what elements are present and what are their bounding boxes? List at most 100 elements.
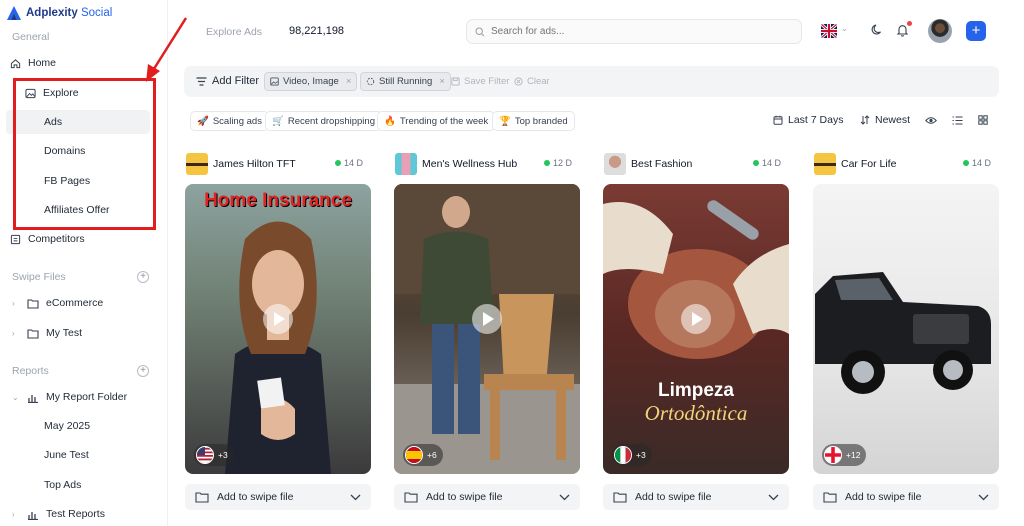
chevron-down-icon[interactable] (559, 494, 570, 501)
top-header: Explore Ads 98,221,198 ⌄ + (168, 0, 1024, 62)
ad-card[interactable]: James Hilton TFT 14 D Home Insurance +3 … (185, 150, 371, 522)
play-icon[interactable] (681, 304, 711, 334)
advertiser-avatar[interactable] (814, 153, 836, 175)
grid-view-icon[interactable] (978, 115, 988, 125)
ad-media-preview[interactable]: Home Insurance +3 (185, 184, 371, 474)
es-flag-icon (405, 446, 423, 464)
clear-filters-button[interactable]: Clear (514, 76, 550, 87)
add-to-swipe-file-button[interactable]: Add to swipe file (185, 484, 371, 510)
chevron-right-icon[interactable]: › (12, 299, 20, 308)
search-icon (475, 26, 485, 36)
chevron-down-icon[interactable]: ⌄ (841, 24, 848, 33)
rocket-icon: 🚀 (197, 115, 209, 127)
folder-icon (27, 328, 39, 339)
advertiser-avatar[interactable] (186, 153, 208, 175)
ad-card[interactable]: Car For Life 14 D +12 Add to swipe file (813, 150, 999, 522)
sidebar-item-label: My Test (46, 327, 82, 339)
image-icon (270, 77, 279, 86)
sidebar-item-report-folder[interactable]: ⌄ My Report Folder (12, 391, 127, 403)
ad-overlay-text: Home Insurance (204, 190, 352, 211)
tag-trending[interactable]: 🔥 Trending of the week (377, 111, 496, 131)
eye-icon[interactable] (925, 116, 937, 125)
chevron-down-icon[interactable] (768, 494, 779, 501)
chevron-right-icon[interactable]: › (12, 329, 20, 338)
running-days-badge: 14 D (752, 158, 781, 168)
advertiser-avatar[interactable] (395, 153, 417, 175)
sidebar-item-my-test[interactable]: › My Test (12, 327, 82, 339)
geo-badge[interactable]: +6 (403, 444, 443, 466)
sidebar-item-home[interactable]: Home (10, 57, 56, 69)
ad-card[interactable]: Best Fashion 14 D Limpeza Ortodôntica +3… (603, 150, 789, 522)
section-label-reports: Reports (12, 365, 49, 377)
calendar-icon (773, 115, 783, 125)
play-icon[interactable] (472, 304, 502, 334)
remove-chip-icon[interactable]: × (439, 76, 445, 87)
bar-chart-icon (28, 394, 38, 403)
sidebar-item-top-ads[interactable]: Top Ads (44, 479, 81, 491)
sidebar-item-competitors[interactable]: Competitors (10, 233, 85, 245)
add-to-swipe-file-button[interactable]: Add to swipe file (394, 484, 580, 510)
geo-badge[interactable]: +3 (612, 444, 652, 466)
list-view-icon[interactable] (952, 116, 963, 125)
folder-icon (613, 492, 627, 503)
active-status-dot (752, 160, 759, 166)
geo-badge[interactable]: +3 (194, 444, 234, 466)
chevron-down-icon[interactable]: ⌄ (12, 393, 20, 402)
chevron-right-icon[interactable]: › (12, 510, 20, 519)
tag-top-branded[interactable]: 🏆 Top branded (492, 111, 575, 131)
ad-card-header: Car For Life 14 D (813, 150, 999, 178)
user-avatar[interactable] (928, 19, 952, 43)
folder-icon (823, 492, 837, 503)
filter-chip-media-type[interactable]: Video, Image × (264, 72, 358, 91)
breadcrumb[interactable]: Explore Ads (206, 26, 262, 38)
add-report-button[interactable]: + (137, 365, 149, 377)
ad-card[interactable]: Men's Wellness Hub 12 D +6 Add to swipe … (394, 150, 580, 522)
tag-recent-dropshipping[interactable]: 🛒 Recent dropshipping (265, 111, 382, 131)
add-swipe-file-button[interactable]: + (137, 271, 149, 283)
add-to-swipe-file-button[interactable]: Add to swipe file (813, 484, 999, 510)
advertiser-name[interactable]: Men's Wellness Hub (422, 158, 517, 170)
save-filter-button[interactable]: Save Filter (451, 76, 509, 87)
notification-dot (907, 21, 912, 26)
create-button[interactable]: + (966, 21, 986, 41)
tag-scaling-ads[interactable]: 🚀 Scaling ads (190, 111, 269, 131)
advertiser-name[interactable]: Best Fashion (631, 158, 692, 170)
running-days-badge: 14 D (962, 158, 991, 168)
filter-lines-icon (196, 76, 207, 86)
uk-flag-icon[interactable] (821, 24, 837, 38)
sidebar-item-may-2025[interactable]: May 2025 (44, 420, 90, 432)
sidebar-item-label: Home (28, 57, 57, 69)
chevron-down-icon[interactable] (978, 494, 989, 501)
moon-icon[interactable] (871, 23, 884, 36)
sidebar-item-test-reports[interactable]: › Test Reports (12, 508, 105, 520)
add-to-swipe-file-button[interactable]: Add to swipe file (603, 484, 789, 510)
advertiser-name[interactable]: James Hilton TFT (213, 158, 296, 170)
add-filter-button[interactable]: Add Filter (196, 75, 259, 87)
sort-order-select[interactable]: Newest (860, 114, 910, 126)
save-icon (451, 77, 460, 86)
advertiser-name[interactable]: Car For Life (841, 158, 896, 170)
sidebar-item-label: eCommerce (46, 297, 104, 309)
search-input[interactable] (491, 26, 771, 37)
date-range-select[interactable]: Last 7 Days (773, 114, 843, 126)
app-logo[interactable]: Adplexity Social (6, 5, 112, 21)
ad-media-preview[interactable]: +12 (813, 184, 999, 474)
advertiser-avatar[interactable] (604, 153, 626, 175)
folder-icon (27, 298, 39, 309)
trophy-icon: 🏆 (499, 115, 511, 127)
remove-chip-icon[interactable]: × (346, 76, 352, 87)
play-icon[interactable] (263, 304, 293, 334)
sidebar-item-ecommerce[interactable]: › eCommerce (12, 297, 103, 309)
sidebar-item-june-test[interactable]: June Test (44, 449, 89, 461)
ad-overlay-subtext: Ortodôntica (644, 401, 748, 425)
ad-media-preview[interactable]: Limpeza Ortodôntica +3 (603, 184, 789, 474)
geo-badge[interactable]: +12 (822, 444, 867, 466)
ad-card-header: Men's Wellness Hub 12 D (394, 150, 580, 178)
search-box[interactable] (466, 19, 802, 44)
section-label-swipe-files: Swipe Files (12, 271, 66, 283)
ad-media-preview[interactable]: +6 (394, 184, 580, 474)
filter-chip-status[interactable]: Still Running × (360, 72, 451, 91)
chevron-down-icon[interactable] (350, 494, 361, 501)
active-status-dot (334, 160, 341, 166)
logo-icon (7, 6, 21, 20)
